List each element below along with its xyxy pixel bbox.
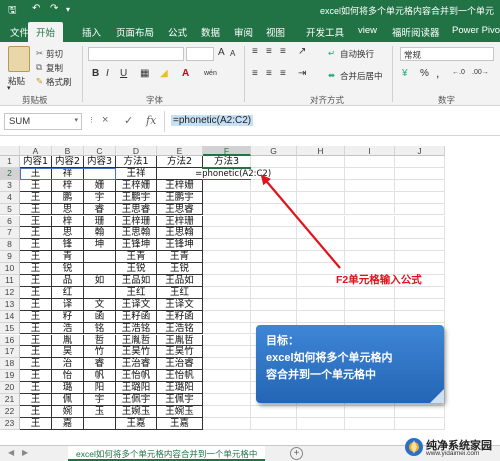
add-sheet-button[interactable]: + xyxy=(290,447,303,460)
watermark: 纯净系统家园 www.yidaimei.com xyxy=(402,434,500,461)
sheet-tab[interactable]: excel如何将多个单元格内容合并到一个单元格中 xyxy=(68,446,266,461)
annotation-label: F2单元格输入公式 xyxy=(336,274,422,286)
callout-fold xyxy=(430,389,444,403)
goal-callout: 目标： excel如何将多个单元格内 容合并到一个单元格中 xyxy=(256,325,444,403)
goal-line-2: 容合并到一个单元格中 xyxy=(266,369,376,381)
next-sheet-icon[interactable]: ▶ xyxy=(22,448,28,457)
prev-sheet-icon[interactable]: ◀ xyxy=(8,448,14,457)
watermark-url: www.yidaimei.com xyxy=(426,450,480,457)
goal-line-1: excel如何将多个单元格内 xyxy=(266,352,393,364)
goal-heading: 目标： xyxy=(266,335,299,347)
watermark-logo-icon xyxy=(405,438,423,456)
